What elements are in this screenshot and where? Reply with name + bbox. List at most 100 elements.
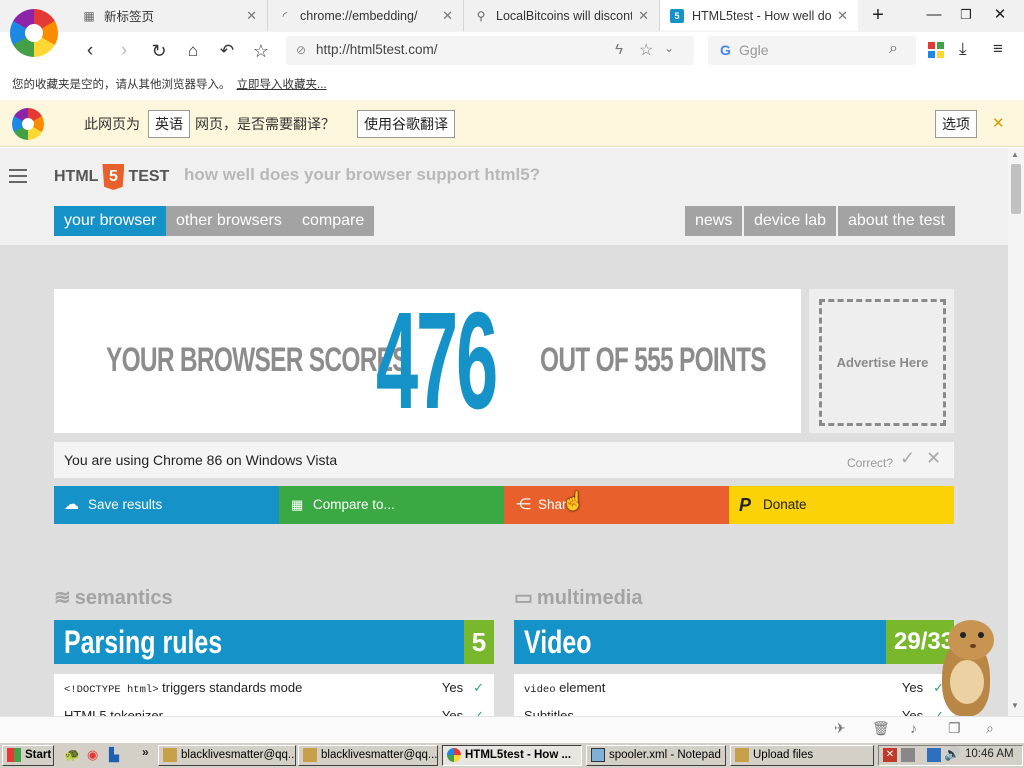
reject-x-icon[interactable]: ✕ (926, 448, 941, 469)
scrollbar-thumb[interactable] (1011, 164, 1021, 214)
import-bookmarks-link[interactable]: 立即导入收藏夹... (237, 79, 327, 91)
accelerate-icon[interactable]: ✈ (834, 720, 846, 737)
hamster-mascot[interactable] (928, 616, 1008, 716)
speaker-icon[interactable]: 🔊 (944, 746, 960, 762)
quicklaunch-icon[interactable]: 🐢 (64, 747, 80, 763)
taskbar-label: blacklivesmatter@qq... (181, 749, 296, 761)
system-tray: ✕ 🔊 10:46 AM (878, 745, 1023, 766)
nav-other-browsers[interactable]: other browsers (166, 206, 292, 236)
speed-mode-icon[interactable]: ϟ (615, 41, 623, 58)
monitor-icon[interactable] (927, 748, 941, 762)
zoom-icon[interactable]: ⌕ (986, 720, 994, 737)
cloud-upload-icon: ☁ (64, 496, 79, 513)
close-tab-icon[interactable]: ✕ (638, 8, 649, 24)
taskbar-button-browser[interactable]: HTML5test - How ... (442, 745, 582, 766)
compare-to-button[interactable]: ▦ Compare to... (279, 486, 504, 524)
donate-button[interactable]: P Donate (729, 486, 954, 524)
scroll-up-icon[interactable]: ▲ (1011, 150, 1019, 159)
advertisement-slot[interactable]: Advertise Here (809, 289, 954, 433)
web-page: HTML 5 TEST how well does your browser s… (0, 148, 1008, 716)
bookmarks-empty-text: 您的收藏夹是空的，请从其他浏览器导入。 (12, 79, 231, 91)
correct-label: Correct? (847, 456, 894, 470)
nav-news[interactable]: news (685, 206, 743, 236)
windows-logo-icon (7, 748, 21, 762)
forward-button[interactable]: › (111, 38, 137, 64)
download-icon[interactable]: ⤓ (959, 39, 967, 59)
semantics-label: semantics (74, 587, 173, 609)
chevron-down-icon[interactable]: ⌄ (664, 41, 674, 55)
tab-new-tab[interactable]: ▦ 新标签页 ✕ (72, 0, 268, 31)
check-icon: ✓ (473, 680, 484, 695)
volume-icon[interactable]: ♪ (910, 720, 917, 736)
language-select[interactable]: 英语 (148, 110, 190, 138)
close-tab-icon[interactable]: ✕ (246, 8, 257, 24)
start-button[interactable]: Start (2, 745, 54, 766)
confirm-check-icon[interactable]: ✓ (900, 448, 915, 469)
reload-icon[interactable]: ↻ (146, 38, 172, 64)
new-tab-button[interactable]: + (864, 4, 892, 26)
nav-your-browser[interactable]: your browser (54, 206, 167, 236)
taskbar-button-notepad[interactable]: spooler.xml - Notepad (586, 745, 726, 766)
url-text[interactable]: http://html5test.com/ (316, 42, 438, 57)
translate-button[interactable]: 使用谷歌翻译 (357, 110, 455, 138)
taskbar-button-email-1[interactable]: blacklivesmatter@qq... (158, 745, 296, 766)
trash-icon[interactable]: 🗑 (872, 720, 890, 737)
window-icon[interactable]: ❐ (948, 720, 961, 737)
parsing-rules-score: 5 (464, 620, 494, 664)
tab-chrome-embedding[interactable]: ◜ chrome://embedding/ ✕ (268, 0, 464, 31)
close-tab-icon[interactable]: ✕ (837, 8, 848, 24)
scroll-down-icon[interactable]: ▼ (1011, 701, 1019, 710)
browser-logo-small (12, 108, 44, 140)
close-translate-icon[interactable]: ✕ (992, 114, 1005, 132)
test-code: video (524, 684, 556, 696)
close-tab-icon[interactable]: ✕ (442, 8, 453, 24)
translate-options-button[interactable]: 选项 (935, 110, 977, 138)
check-icon: ✓ (473, 708, 484, 716)
nav-device-lab[interactable]: device lab (744, 206, 837, 236)
bookmark-star-icon[interactable]: ☆ (248, 38, 274, 64)
test-row: video element Yes ✓ (514, 674, 954, 702)
folder-icon (735, 748, 749, 762)
video-header[interactable]: Video 29/33 (514, 620, 954, 664)
grid-icon: ▦ (83, 8, 95, 23)
hamburger-menu-icon[interactable] (9, 169, 27, 183)
quicklaunch-desktop-icon[interactable]: ▙ (109, 747, 119, 763)
test-label: HTML5 tokenizer (64, 708, 163, 716)
search-icon[interactable]: ⌕ (889, 40, 898, 58)
favorite-icon[interactable]: ☆ (639, 40, 653, 60)
notepad-icon (591, 748, 605, 762)
quicklaunch-browser-icon[interactable]: ◉ (87, 747, 98, 763)
browser-logo[interactable] (10, 9, 58, 57)
site-logo[interactable]: HTML 5 TEST (54, 164, 169, 190)
shield-icon[interactable]: ✕ (883, 748, 897, 762)
tab-html5test[interactable]: 5 HTML5test - How well do ✕ (660, 0, 858, 31)
close-window-button[interactable]: ✕ (986, 4, 1014, 26)
translate-question: 网页，是否需要翻译？ (195, 116, 335, 132)
tab-localbitcoins[interactable]: ⚲ LocalBitcoins will discontinu ✕ (464, 0, 660, 31)
vertical-scrollbar[interactable]: ▲ ▼ (1008, 148, 1024, 716)
minimize-button[interactable]: — (920, 4, 948, 26)
insecure-site-icon[interactable]: ⊘ (296, 43, 306, 57)
menu-icon[interactable]: ≡ (993, 39, 1003, 59)
nav-about-the-test[interactable]: about the test (838, 206, 955, 236)
taskbar-button-email-2[interactable]: blacklivesmatter@qq... (298, 745, 438, 766)
undo-close-tab-icon[interactable]: ↶ (214, 38, 240, 64)
parsing-rules-header[interactable]: Parsing rules 5 (54, 620, 494, 664)
video-title: Video (524, 624, 592, 660)
taskbar-button-upload[interactable]: Upload files (730, 745, 874, 766)
share-button[interactable]: ⋲ Share (504, 486, 729, 524)
multimedia-heading: ▭ multimedia (514, 585, 642, 610)
nav-compare[interactable]: compare (292, 206, 375, 236)
mouse-cursor-icon: ☝ (562, 491, 585, 511)
search-placeholder: Ggle (739, 42, 769, 58)
loading-icon: ◜ (282, 8, 288, 23)
restore-button[interactable]: ❐ (952, 4, 980, 26)
quicklaunch-chevron[interactable]: » (142, 745, 149, 759)
back-button[interactable]: ‹ (77, 38, 103, 64)
save-results-button[interactable]: ☁ Save results (54, 486, 279, 524)
apps-icon[interactable] (928, 42, 944, 58)
test-result-text: Yes (901, 680, 924, 695)
network-icon[interactable] (901, 748, 915, 762)
test-row: <!DOCTYPE html> triggers standards mode … (54, 674, 494, 702)
home-icon[interactable]: ⌂ (180, 38, 206, 64)
